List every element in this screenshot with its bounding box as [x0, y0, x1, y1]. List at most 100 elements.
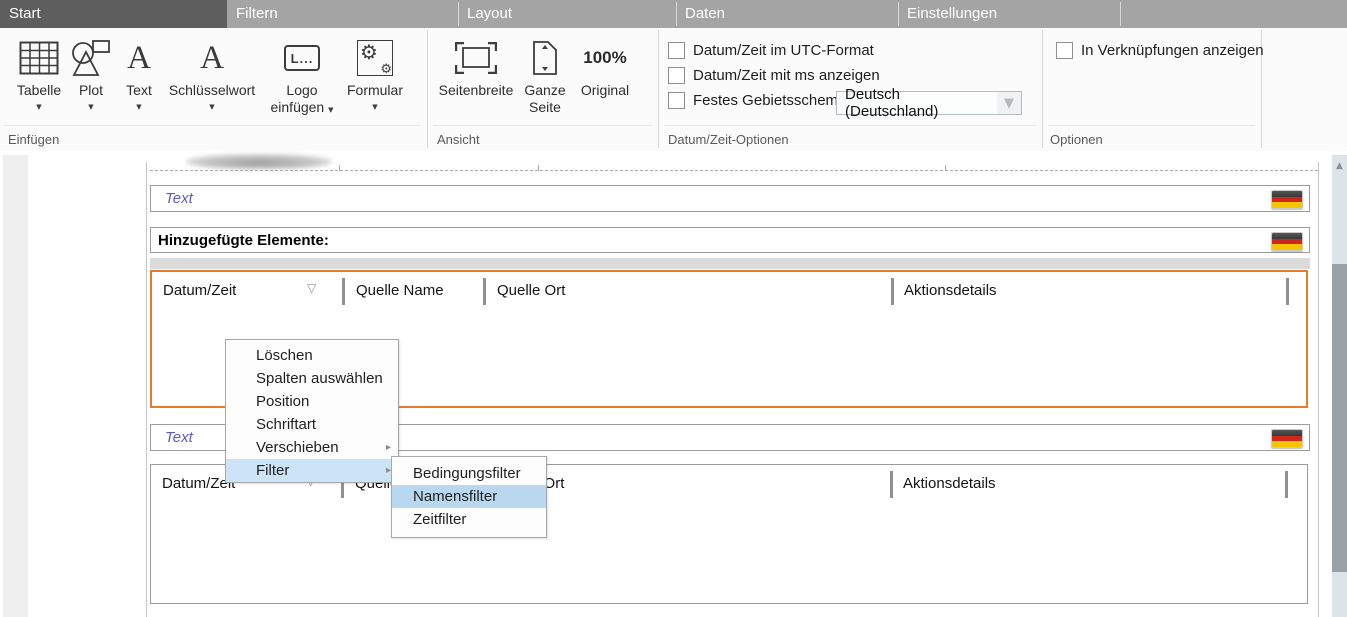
- group-label-ansicht: Ansicht: [437, 132, 480, 147]
- column-header-aktionsdetails: Aktionsdetails: [903, 475, 996, 492]
- formular-label: Formular: [347, 82, 403, 99]
- dropdown-arrow-icon: ▼: [136, 103, 141, 111]
- locale-dropdown[interactable]: Deutsch (Deutschland) ▼: [836, 91, 1022, 115]
- menu-item-schriftart[interactable]: Schriftart: [226, 413, 398, 436]
- german-flag-icon: [1271, 190, 1303, 209]
- locale-dropdown-value: Deutsch (Deutschland): [837, 86, 997, 120]
- column-header-quelle-ort: Quelle Ort: [497, 282, 565, 299]
- ganze-seite-label: Ganze Seite: [521, 82, 569, 116]
- tab-einstellungen[interactable]: Einstellungen: [898, 0, 1120, 28]
- group-label-line: [664, 125, 1036, 126]
- tab-start[interactable]: Start: [0, 0, 227, 28]
- plot-button[interactable]: Plot ▼: [68, 34, 114, 126]
- column-header-quelle-name: Quelle Name: [356, 282, 444, 299]
- tab-divider: [898, 2, 899, 26]
- filter-submenu: Bedingungsfilter Namensfilter Zeitfilter: [391, 456, 547, 538]
- menu-item-spalten-auswaehlen[interactable]: Spalten auswählen: [226, 367, 398, 390]
- group-divider: [1042, 30, 1043, 148]
- group-label-line: [1048, 125, 1255, 126]
- column-separator: [483, 278, 486, 305]
- verknuepfungen-checkbox-row[interactable]: In Verknüpfungen anzeigen: [1056, 42, 1264, 59]
- tab-filtern[interactable]: Filtern: [227, 0, 458, 28]
- menu-item-filter[interactable]: Filter ▸: [226, 459, 398, 482]
- checkbox-label: Datum/Zeit im UTC-Format: [693, 42, 874, 59]
- schluesselwort-label: Schlüsselwort: [169, 82, 255, 99]
- column-separator: [342, 278, 345, 305]
- context-menu: Löschen Spalten auswählen Position Schri…: [225, 339, 399, 483]
- group-divider: [427, 30, 428, 148]
- seitenbreite-button[interactable]: Seitenbreite: [437, 34, 515, 126]
- tab-divider: [458, 2, 459, 26]
- column-separator: [890, 471, 893, 498]
- vertical-scrollbar[interactable]: ▲: [1332, 155, 1347, 617]
- plot-shapes-icon: [71, 34, 111, 82]
- partial-element-remnant: [186, 154, 332, 169]
- menu-item-position[interactable]: Position: [226, 390, 398, 413]
- left-margin-strip: [3, 155, 28, 617]
- menu-item-verschieben[interactable]: Verschieben ▸: [226, 436, 398, 459]
- tab-divider: [676, 2, 677, 26]
- menu-item-loeschen[interactable]: Löschen: [226, 344, 398, 367]
- tabelle-button[interactable]: Tabelle ▼: [12, 34, 66, 126]
- log-table-2[interactable]: Datum/Zeit ▽ Quelle Name Quelle Ort Akti…: [150, 464, 1308, 604]
- german-flag-icon: [1271, 429, 1303, 448]
- text-letter-icon: A: [127, 34, 151, 82]
- submenu-item-zeitfilter[interactable]: Zeitfilter: [392, 508, 546, 531]
- dashed-element-border: [150, 170, 1318, 171]
- zoom-100-icon: 100%: [583, 34, 626, 82]
- column-tick: [339, 165, 340, 171]
- text-element-placeholder: Text: [151, 190, 193, 207]
- column-filter-arrow-icon[interactable]: ▽: [307, 281, 316, 295]
- checkbox[interactable]: [668, 92, 685, 109]
- german-flag-icon: [1271, 232, 1303, 251]
- schluesselwort-button[interactable]: A Schlüsselwort ▼: [163, 34, 261, 126]
- original-zoom-button[interactable]: 100% Original: [573, 34, 637, 126]
- utc-format-checkbox-row[interactable]: Datum/Zeit im UTC-Format: [668, 42, 874, 59]
- column-tick: [538, 165, 539, 171]
- plot-label: Plot: [79, 82, 103, 99]
- scrollbar-thumb[interactable]: [1332, 264, 1347, 572]
- group-label-optionen: Optionen: [1050, 132, 1103, 147]
- column-header-datum-zeit: Datum/Zeit: [163, 282, 236, 299]
- keyword-letter-icon: A: [200, 34, 224, 82]
- ms-anzeigen-checkbox-row[interactable]: Datum/Zeit mit ms anzeigen: [668, 67, 880, 84]
- logo-icon: L...: [284, 34, 320, 82]
- seitenbreite-label: Seitenbreite: [439, 82, 514, 99]
- page-width-icon: [455, 34, 497, 82]
- tabelle-label: Tabelle: [17, 82, 61, 99]
- checkbox[interactable]: [668, 42, 685, 59]
- gears-icon: ⚙ ⚙: [357, 34, 393, 82]
- submenu-item-namensfilter[interactable]: Namensfilter: [392, 485, 546, 508]
- tab-layout[interactable]: Layout: [458, 0, 676, 28]
- ribbon-tab-bar: Start Filtern Layout Daten Einstellungen: [0, 0, 1347, 28]
- group-divider: [658, 30, 659, 148]
- tab-daten[interactable]: Daten: [676, 0, 898, 28]
- ganze-seite-button[interactable]: Ganze Seite: [520, 34, 570, 126]
- submenu-item-bedingungsfilter[interactable]: Bedingungsfilter: [392, 462, 546, 485]
- page-right-border: [1318, 162, 1319, 617]
- checkbox[interactable]: [1056, 42, 1073, 59]
- logo-einfuegen-button[interactable]: L... Logo einfügen ▼: [263, 34, 341, 126]
- checkbox-label: In Verknüpfungen anzeigen: [1081, 42, 1264, 59]
- text-label: Text: [126, 82, 152, 99]
- group-label-einfuegen: Einfügen: [8, 132, 59, 147]
- document-area: Text Hinzugefügte Elemente: Datum/Zeit ▽…: [0, 151, 1347, 617]
- column-separator: [1285, 471, 1288, 498]
- checkbox-label: Datum/Zeit mit ms anzeigen: [693, 67, 880, 84]
- page-left-border: [146, 162, 147, 617]
- logo-einfuegen-label: Logo einfügen ▼: [266, 82, 338, 119]
- text-button[interactable]: A Text ▼: [117, 34, 161, 126]
- dropdown-arrow-icon: ▼: [372, 103, 377, 111]
- checkbox-label: Festes Gebietsschema: [693, 92, 846, 109]
- text-element-1[interactable]: Text: [150, 185, 1310, 212]
- full-page-icon: [532, 34, 558, 82]
- gebietsschema-checkbox-row[interactable]: Festes Gebietsschema: [668, 92, 846, 109]
- scroll-up-arrow-icon[interactable]: ▲: [1332, 161, 1347, 171]
- checkbox[interactable]: [668, 67, 685, 84]
- added-elements-heading[interactable]: Hinzugefügte Elemente:: [150, 227, 1310, 253]
- combo-arrow-icon[interactable]: ▼: [997, 92, 1021, 114]
- formular-button[interactable]: ⚙ ⚙ Formular ▼: [343, 34, 407, 126]
- dropdown-arrow-icon: ▼: [209, 103, 214, 111]
- tab-divider: [1120, 2, 1121, 26]
- heading-text: Hinzugefügte Elemente:: [151, 232, 329, 249]
